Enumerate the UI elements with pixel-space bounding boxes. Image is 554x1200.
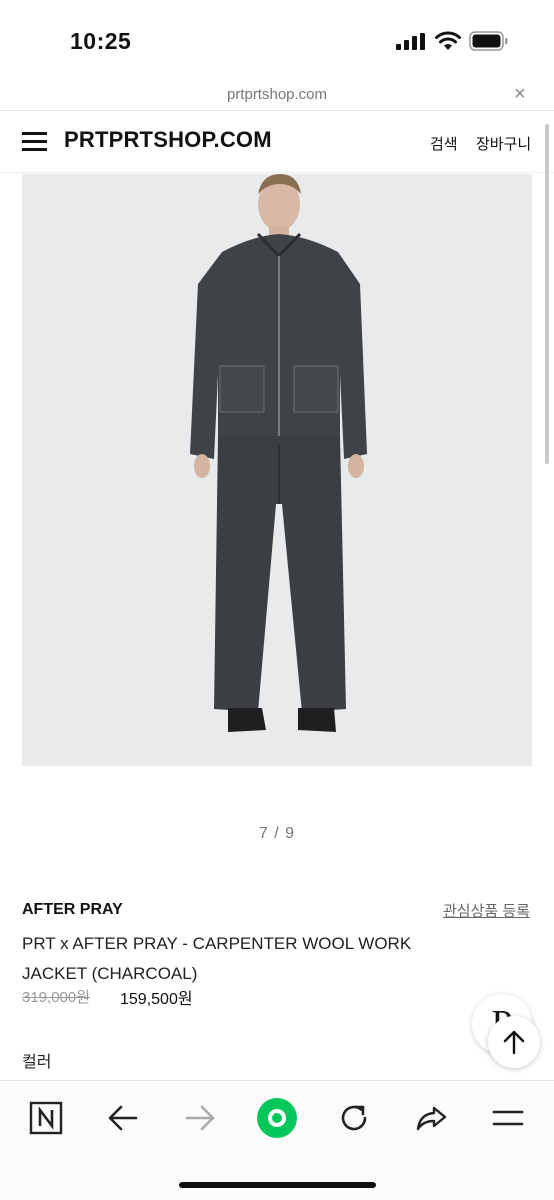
original-price: 319,000원 [22,989,91,1006]
scrollbar[interactable] [545,124,549,464]
product-brand[interactable]: AFTER PRAY [22,901,123,919]
cart-link[interactable]: 장바구니 [476,133,531,154]
forward-arrow-icon[interactable] [183,1101,217,1135]
site-header: PRTPRTSHOP.COM 검색 장바구니 [0,111,554,173]
browser-url-bar[interactable]: prtprtshop.com × [0,78,554,111]
hamburger-icon[interactable] [22,132,47,151]
url-text[interactable]: prtprtshop.com [0,86,554,103]
share-icon[interactable] [414,1101,448,1135]
menu-icon[interactable] [491,1101,525,1135]
model-illustration [190,174,367,732]
home-indicator[interactable] [179,1182,376,1188]
wifi-icon [435,31,461,50]
product-image[interactable] [22,174,532,766]
battery-icon [469,31,508,51]
cellular-signal-icon [396,33,425,50]
scroll-top-button[interactable] [488,1016,540,1068]
status-bar: 10:25 [0,0,554,78]
wishlist-link[interactable]: 관심상품 등록 [443,900,530,921]
arrow-up-icon [503,1030,525,1055]
site-logo[interactable]: PRTPRTSHOP.COM [64,127,272,153]
naver-n-icon[interactable] [29,1101,63,1135]
status-time: 10:25 [70,28,132,54]
color-option-label: 컬러 [22,1054,52,1071]
sale-price: 159,500원 [120,991,193,1008]
back-arrow-icon[interactable] [106,1101,140,1135]
product-name: PRT x AFTER PRAY - CARPENTER WOOL WORK J… [22,934,412,983]
green-dot-icon[interactable] [256,1097,298,1139]
close-icon[interactable]: × [514,83,526,106]
gallery-pager: 7 / 9 [258,825,296,842]
refresh-icon[interactable] [337,1101,371,1135]
search-link[interactable]: 검색 [430,133,458,154]
